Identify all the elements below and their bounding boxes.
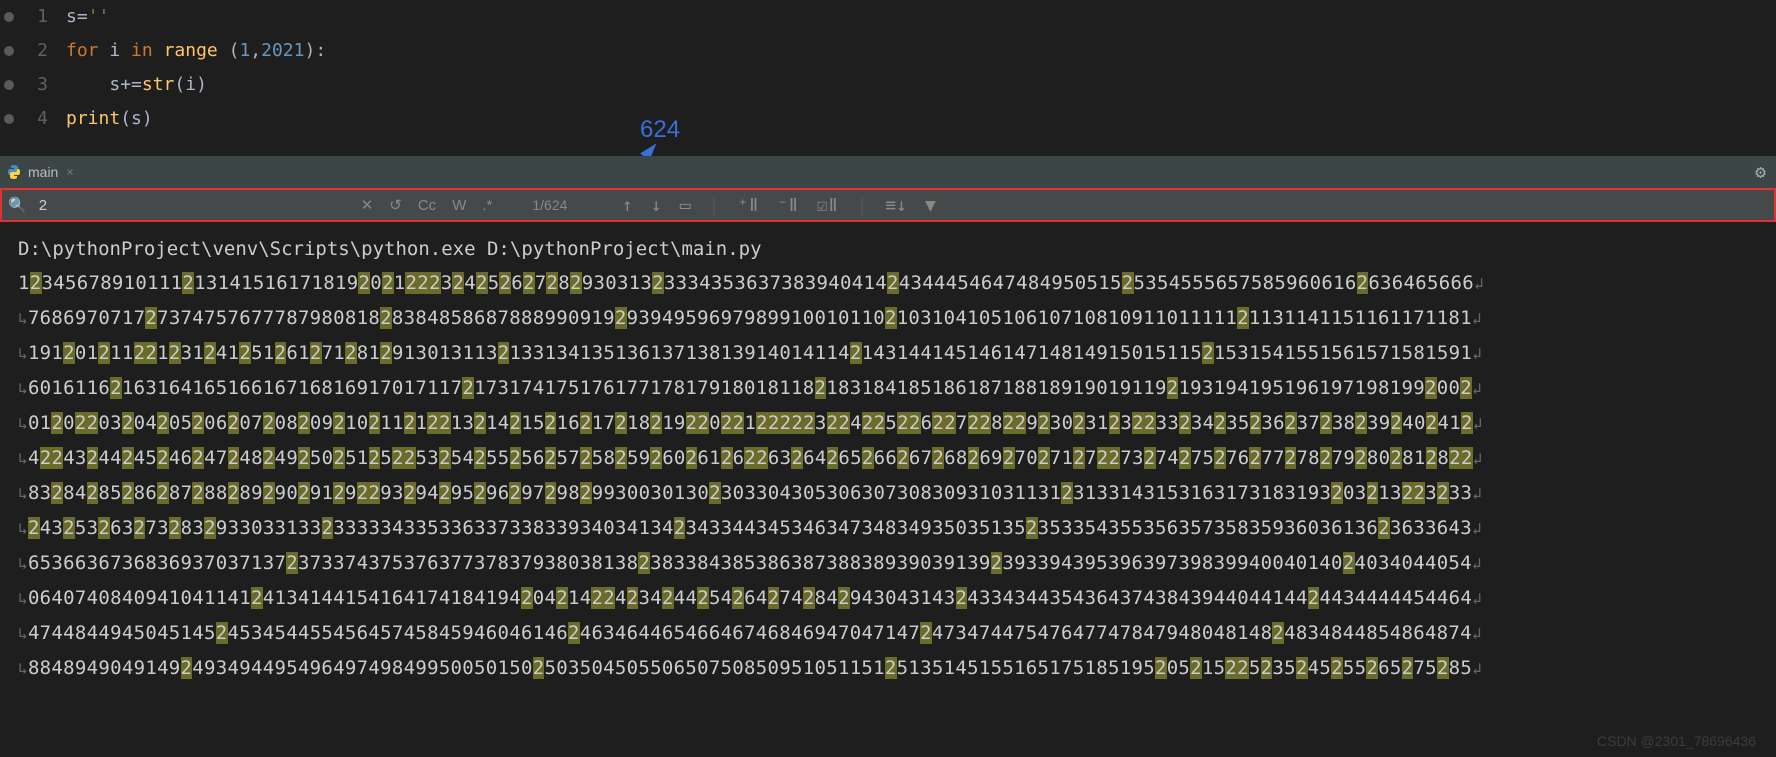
code-text: for i in range (1,2021): — [66, 34, 326, 68]
output-line: ↳064074084094104114124134144154164174184… — [18, 581, 1758, 616]
annotation-text: 624 — [640, 116, 680, 144]
reset-icon[interactable]: ↺ — [389, 196, 402, 214]
output-line: ↳243253263273283293303313323333343353363… — [18, 511, 1758, 546]
remove-filter-icon[interactable]: ⁻ǁ — [777, 195, 799, 216]
close-icon[interactable]: × — [66, 165, 73, 179]
watermark: CSDN @2301_78696436 — [1597, 733, 1756, 749]
find-bar: 🔍 ✕ ↺ Cc W .* 1/624 ↑ ↓ ▭ | ⁺ǁ ⁻ǁ ☑ǁ | ≡… — [0, 188, 1776, 222]
filter-icon[interactable]: ▼ — [925, 195, 936, 216]
console-toolbar: ↑ ↓ ▭ | ⁺ǁ ⁻ǁ ☑ǁ | ≡↓ ▼ — [622, 195, 936, 216]
output-line: ↳191201211221231241251261271281291301311… — [18, 336, 1758, 371]
select-all-icon[interactable]: ☑ǁ — [817, 195, 839, 216]
command-line: D:\pythonProject\venv\Scripts\python.exe… — [18, 232, 1758, 266]
output-line: ↳832842852862872882892902912922932942952… — [18, 476, 1758, 511]
gear-icon[interactable]: ⚙ — [1755, 162, 1766, 183]
run-tab-label[interactable]: main — [28, 164, 58, 180]
clear-icon[interactable]: ✕ — [361, 196, 374, 214]
output-line: ↳012022032042052062072082092102112122132… — [18, 406, 1758, 441]
output-line: ↳768697071727374757677787980818283848586… — [18, 301, 1758, 336]
code-text: s='' — [66, 0, 109, 34]
code-editor[interactable]: 1 s='' 2 for i in range (1,2021): 3 s+=s… — [0, 0, 1776, 156]
code-text: s+=str(i) — [66, 68, 207, 102]
search-input[interactable] — [37, 196, 361, 215]
match-count: 1/624 — [532, 197, 567, 213]
output-line: ↳601611621631641651661671681691701711721… — [18, 371, 1758, 406]
search-icon: 🔍 — [8, 196, 27, 214]
line-number: 2 — [0, 34, 66, 68]
code-text: print(s) — [66, 102, 153, 136]
next-match-icon[interactable]: ↓ — [651, 195, 662, 216]
regex-toggle[interactable]: .* — [482, 197, 492, 214]
line-number: 1 — [0, 0, 66, 34]
line-number: 4 — [0, 102, 66, 136]
sort-icon[interactable]: ≡↓ — [885, 195, 907, 216]
output-line: ↳884894904914924934944954964974984995005… — [18, 651, 1758, 686]
run-tab-bar: main × ⚙ — [0, 156, 1776, 188]
words-toggle[interactable]: W — [452, 197, 466, 214]
match-case-toggle[interactable]: Cc — [418, 197, 436, 214]
output-line: ↳474484494504514524534544554564574584594… — [18, 616, 1758, 651]
output-line: ↳422432442452462472482492502512522532542… — [18, 441, 1758, 476]
output-line: 1234567891011121314151617181920212223242… — [18, 266, 1758, 301]
prev-match-icon[interactable]: ↑ — [622, 195, 633, 216]
output-line: ↳653663673683693703713723733743753763773… — [18, 546, 1758, 581]
python-icon — [6, 164, 22, 180]
new-window-icon[interactable]: ▭ — [680, 195, 691, 216]
add-filter-icon[interactable]: ⁺ǁ — [737, 195, 759, 216]
line-number: 3 — [0, 68, 66, 102]
console-output[interactable]: D:\pythonProject\venv\Scripts\python.exe… — [0, 222, 1776, 696]
